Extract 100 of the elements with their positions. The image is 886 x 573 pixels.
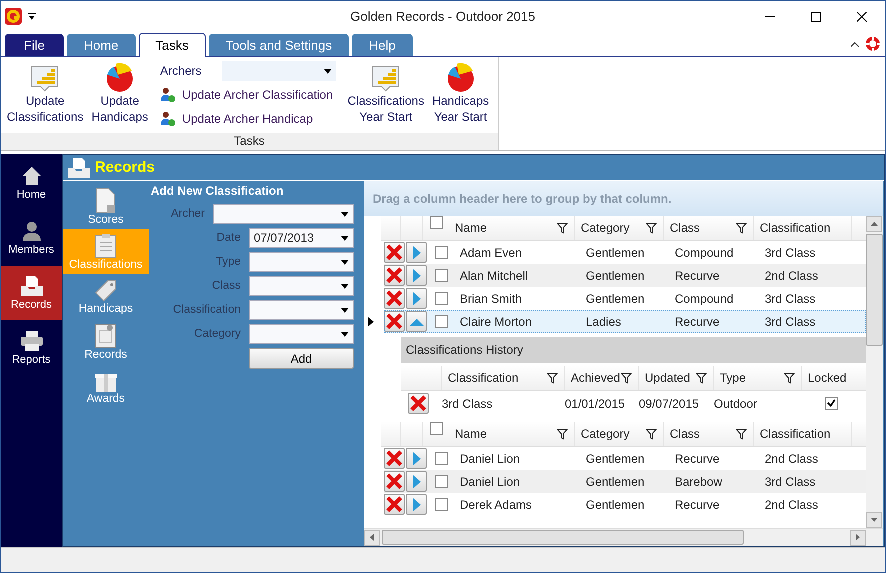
delete-button[interactable]: [384, 494, 405, 515]
filter-icon[interactable]: [736, 428, 747, 440]
table-cell-text: Daniel Lion: [459, 474, 522, 488]
expand-arrow-icon: [412, 498, 420, 512]
nav-item[interactable]: Members: [1, 211, 62, 265]
dropdown-field[interactable]: 07/07/2013: [249, 228, 354, 248]
ribbon-tab[interactable]: Home: [66, 34, 136, 56]
delete-icon: [386, 290, 403, 307]
table-cell-text: Gentlemen: [585, 498, 646, 512]
ribbon-link[interactable]: Update Archer Classification: [160, 85, 336, 105]
help-icon[interactable]: [865, 36, 881, 52]
delete-button[interactable]: [384, 265, 405, 286]
dropdown-field[interactable]: [249, 300, 354, 320]
collapse-button[interactable]: [406, 311, 427, 332]
nav-item[interactable]: Reports: [1, 321, 62, 375]
delete-button[interactable]: [384, 311, 405, 332]
ribbon-button[interactable]: Update Classifications: [5, 61, 86, 125]
select-all-checkbox[interactable]: [430, 422, 442, 435]
delete-button[interactable]: [384, 471, 405, 492]
field-label: Type: [216, 256, 241, 268]
ribbon-button[interactable]: Classifications Year Start: [346, 61, 426, 125]
table-cell-text: Alan Mitchell: [459, 268, 530, 282]
scroll-down-icon[interactable]: [870, 518, 878, 522]
column-header[interactable]: Classification: [754, 216, 852, 240]
delete-button[interactable]: [384, 288, 405, 309]
row-checkbox[interactable]: [434, 315, 448, 328]
column-header[interactable]: Classification: [442, 366, 565, 390]
column-header[interactable]: Type: [714, 366, 802, 390]
horizontal-scrollbar[interactable]: [364, 528, 883, 546]
row-checkbox[interactable]: [434, 269, 448, 282]
row-checkbox[interactable]: [434, 246, 448, 259]
subnav-item[interactable]: Awards: [63, 364, 149, 409]
select-all-checkbox[interactable]: [430, 216, 442, 229]
subnav-item[interactable]: Scores: [63, 184, 149, 229]
expand-arrow-icon: [412, 474, 420, 488]
quick-access-menu-icon[interactable]: [28, 12, 36, 21]
scroll-left-icon[interactable]: [370, 534, 374, 541]
inbox-tray-icon: [20, 275, 44, 297]
ribbon-tab[interactable]: Tasks: [138, 33, 206, 57]
filter-icon[interactable]: [736, 222, 747, 234]
ribbon-link[interactable]: Update Archer Handicap: [160, 109, 336, 129]
dropdown-arrow-icon: [341, 212, 349, 216]
table-cell-text: Recurve: [674, 268, 721, 282]
expand-button[interactable]: [406, 471, 427, 492]
filter-icon[interactable]: [547, 372, 558, 384]
dropdown-arrow-icon: [341, 236, 349, 240]
filter-icon[interactable]: [696, 372, 707, 384]
nav-item[interactable]: Records: [1, 266, 62, 320]
column-header[interactable]: Category: [575, 422, 664, 446]
ribbon-tab[interactable]: Help: [352, 34, 413, 56]
column-header[interactable]: Category: [575, 216, 664, 240]
collapse-arrow-icon: [410, 318, 424, 326]
column-header[interactable]: Class: [664, 422, 754, 446]
dropdown-field[interactable]: [249, 324, 354, 344]
column-header[interactable]: Achieved: [565, 366, 639, 390]
dropdown-field[interactable]: [249, 252, 354, 272]
expand-button[interactable]: [406, 448, 427, 469]
filter-icon[interactable]: [557, 222, 568, 234]
column-header[interactable]: Name: [449, 422, 575, 446]
scroll-right-icon[interactable]: [856, 534, 860, 541]
filter-icon[interactable]: [646, 428, 657, 440]
expand-button[interactable]: [406, 265, 427, 286]
person-add-icon: [160, 87, 176, 103]
ribbon-button[interactable]: Handicaps Year Start: [430, 61, 492, 125]
filter-icon[interactable]: [621, 372, 632, 384]
column-header[interactable]: Classification: [754, 422, 852, 446]
window-title: Golden Records - Outdoor 2015: [350, 9, 536, 24]
filter-icon[interactable]: [646, 222, 657, 234]
table-cell-text: Barebow: [674, 474, 724, 488]
locked-checkbox[interactable]: [824, 397, 838, 410]
expand-button[interactable]: [406, 494, 427, 515]
row-checkbox[interactable]: [434, 475, 448, 488]
subnav-item[interactable]: Handicaps: [63, 274, 149, 319]
maximize-icon: [811, 12, 821, 22]
filter-icon[interactable]: [557, 428, 568, 440]
dropdown-field[interactable]: [213, 204, 354, 224]
ribbon-button[interactable]: Update Handicaps: [90, 61, 150, 125]
expand-button[interactable]: [406, 242, 427, 263]
column-header[interactable]: Class: [664, 216, 754, 240]
row-checkbox[interactable]: [434, 292, 448, 305]
vertical-scrollbar[interactable]: [866, 216, 883, 528]
nav-item[interactable]: Home: [1, 156, 62, 210]
ribbon-tab[interactable]: Tools and Settings: [208, 34, 350, 56]
table-cell-text: Gentlemen: [585, 474, 646, 488]
add-button[interactable]: Add: [249, 348, 354, 369]
dropdown-field[interactable]: [249, 276, 354, 296]
delete-button[interactable]: [408, 393, 428, 414]
delete-button[interactable]: [384, 448, 405, 469]
row-checkbox[interactable]: [434, 452, 448, 465]
app-logo-icon: [5, 8, 22, 25]
scroll-up-icon[interactable]: [870, 222, 878, 226]
subnav-item[interactable]: Records: [63, 319, 149, 364]
delete-button[interactable]: [384, 242, 405, 263]
column-header[interactable]: Updated: [639, 366, 714, 390]
row-checkbox[interactable]: [434, 498, 448, 511]
ribbon-tab[interactable]: File: [5, 34, 64, 56]
collapse-ribbon-icon[interactable]: [851, 42, 859, 46]
column-header[interactable]: Name: [449, 216, 575, 240]
expand-button[interactable]: [406, 288, 427, 309]
filter-icon[interactable]: [784, 372, 795, 384]
